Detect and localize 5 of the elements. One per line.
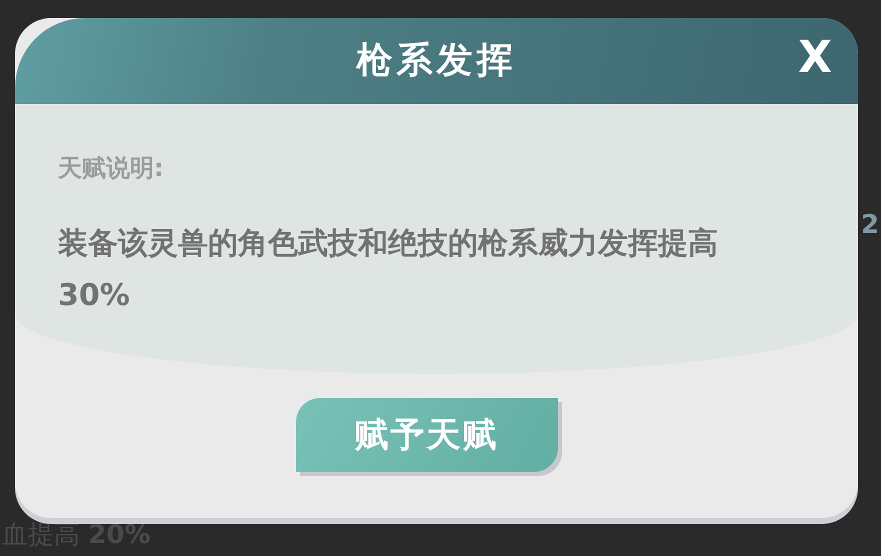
talent-description: 装备该灵兽的角色武技和绝技的枪系威力发挥提高 30% — [58, 225, 719, 315]
section-label: 天赋说明: — [58, 156, 165, 180]
close-button[interactable]: X — [798, 36, 832, 80]
stat-value: 2 — [861, 212, 880, 238]
dialog-title: 枪系发挥 — [356, 39, 516, 83]
